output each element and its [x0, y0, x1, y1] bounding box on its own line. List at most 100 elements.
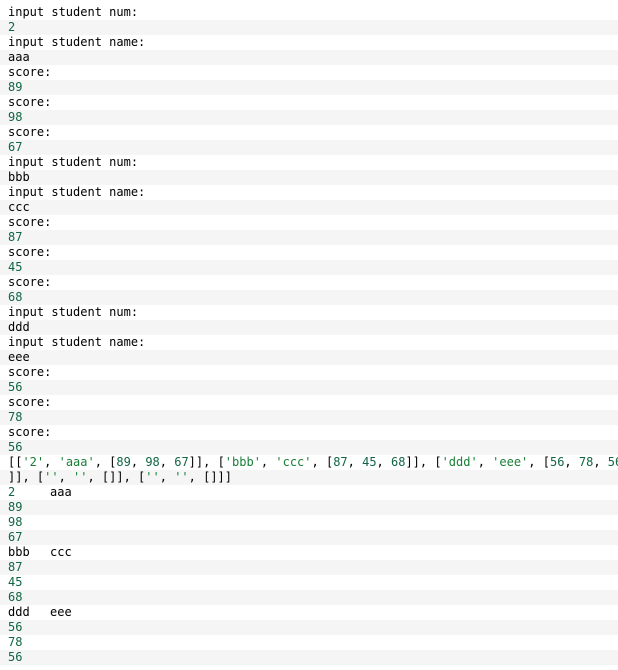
- text-output: ccc: [8, 200, 30, 214]
- console-line: score:: [0, 95, 618, 110]
- number-output: 98: [8, 110, 23, 124]
- console-line: 98: [0, 515, 618, 530]
- text-output: score:: [8, 365, 52, 379]
- console-line: 87: [0, 230, 618, 245]
- punct-token: , [: [528, 455, 550, 469]
- text-output: score:: [8, 95, 52, 109]
- number-token: 98: [145, 455, 160, 469]
- console-line: score:: [0, 365, 618, 380]
- console-output: input student num: 2 input student name: aa…: [0, 5, 618, 665]
- string-token: '': [73, 470, 88, 484]
- console-line: 89: [0, 500, 618, 515]
- number-output: 67: [8, 140, 23, 154]
- console-line: 78: [0, 635, 618, 650]
- console-line: input student num:: [0, 305, 618, 320]
- console-line: 68: [0, 290, 618, 305]
- number-token: 89: [116, 455, 131, 469]
- console-line: input student num:: [0, 155, 618, 170]
- console-line: score:: [0, 245, 618, 260]
- console-line: input student name:: [0, 335, 618, 350]
- console-line: ccc: [0, 200, 618, 215]
- number-output: 45: [8, 260, 23, 274]
- console-line: 56: [0, 620, 618, 635]
- console-line: 98: [0, 110, 618, 125]
- console-line: bbb ccc: [0, 545, 618, 560]
- text-output: score:: [8, 275, 52, 289]
- punct-token: ,: [130, 455, 146, 469]
- console-line: 67: [0, 140, 618, 155]
- punct-token: ]], [: [188, 455, 225, 469]
- string-token: '2': [22, 455, 45, 469]
- text-output: input student name:: [8, 35, 146, 49]
- number-token: 56: [549, 455, 565, 469]
- number-token: 87: [333, 455, 348, 469]
- text-output: aaa: [8, 50, 30, 64]
- console-line: 2: [0, 20, 618, 35]
- console-line: 89: [0, 80, 618, 95]
- punct-token: ,: [564, 455, 579, 469]
- number-output: 78: [8, 410, 23, 424]
- string-token: 'eee': [492, 455, 529, 469]
- console-line: 56: [0, 440, 618, 455]
- text-output: input student name:: [8, 185, 146, 199]
- console-line: aaa: [0, 50, 618, 65]
- number-output: 45: [8, 575, 23, 589]
- console-line: score:: [0, 395, 618, 410]
- string-token: '': [174, 470, 189, 484]
- punct-token: ,: [159, 470, 175, 484]
- console-line: score:: [0, 275, 618, 290]
- string-token: 'bbb': [224, 455, 261, 469]
- output-col-1: bbb: [8, 545, 30, 559]
- string-token: 'ccc': [275, 455, 312, 469]
- console-line: 68: [0, 590, 618, 605]
- output-col-1: ddd: [8, 605, 30, 619]
- list-output-line: [['2', 'aaa', [89, 98, 67]], ['bbb', 'cc…: [0, 455, 618, 470]
- number-output: 56: [8, 440, 23, 454]
- console-line: 45: [0, 575, 618, 590]
- number-output: 68: [8, 290, 23, 304]
- text-output: score:: [8, 425, 52, 439]
- text-output: ddd: [8, 320, 30, 334]
- text-output: score:: [8, 245, 52, 259]
- punct-token: ,: [44, 455, 59, 469]
- text-output: score:: [8, 125, 52, 139]
- number-token: 78: [578, 455, 594, 469]
- punct-token: [[: [8, 455, 23, 469]
- punct-token: , []]]: [188, 470, 232, 484]
- text-output: score:: [8, 395, 52, 409]
- number-token: 67: [174, 455, 189, 469]
- punct-token: ]], [: [8, 470, 45, 484]
- console-line: score:: [0, 425, 618, 440]
- number-output: 67: [8, 530, 23, 544]
- text-output: eee: [8, 350, 30, 364]
- number-output: 68: [8, 590, 23, 604]
- console-line: 45: [0, 260, 618, 275]
- console-line: ddd: [0, 320, 618, 335]
- text-output: input student num:: [8, 5, 139, 19]
- number-output: 89: [8, 500, 23, 514]
- punct-token: , [: [311, 455, 334, 469]
- console-line: 78: [0, 410, 618, 425]
- console-line: score:: [0, 65, 618, 80]
- punct-token: ,: [159, 455, 175, 469]
- console-line: eee: [0, 350, 618, 365]
- console-line: 56: [0, 650, 618, 665]
- punct-token: ]], [: [405, 455, 442, 469]
- number-token: 56: [607, 455, 618, 469]
- string-token: 'ddd': [441, 455, 478, 469]
- console-line: bbb: [0, 170, 618, 185]
- punct-token: ,: [260, 455, 276, 469]
- string-token: '': [145, 470, 160, 484]
- number-output: 56: [8, 650, 23, 664]
- punct-token: ,: [376, 455, 391, 469]
- output-col-2: aaa: [50, 485, 72, 499]
- punct-token: , []], [: [87, 470, 146, 484]
- text-output: input student num:: [8, 155, 139, 169]
- output-col-2: eee: [50, 605, 72, 619]
- output-col-1: 2: [8, 485, 16, 499]
- number-output: 78: [8, 635, 23, 649]
- console-line: input student name:: [0, 185, 618, 200]
- punct-token: , [: [94, 455, 117, 469]
- punct-token: ,: [593, 455, 608, 469]
- number-output: 2: [8, 20, 16, 34]
